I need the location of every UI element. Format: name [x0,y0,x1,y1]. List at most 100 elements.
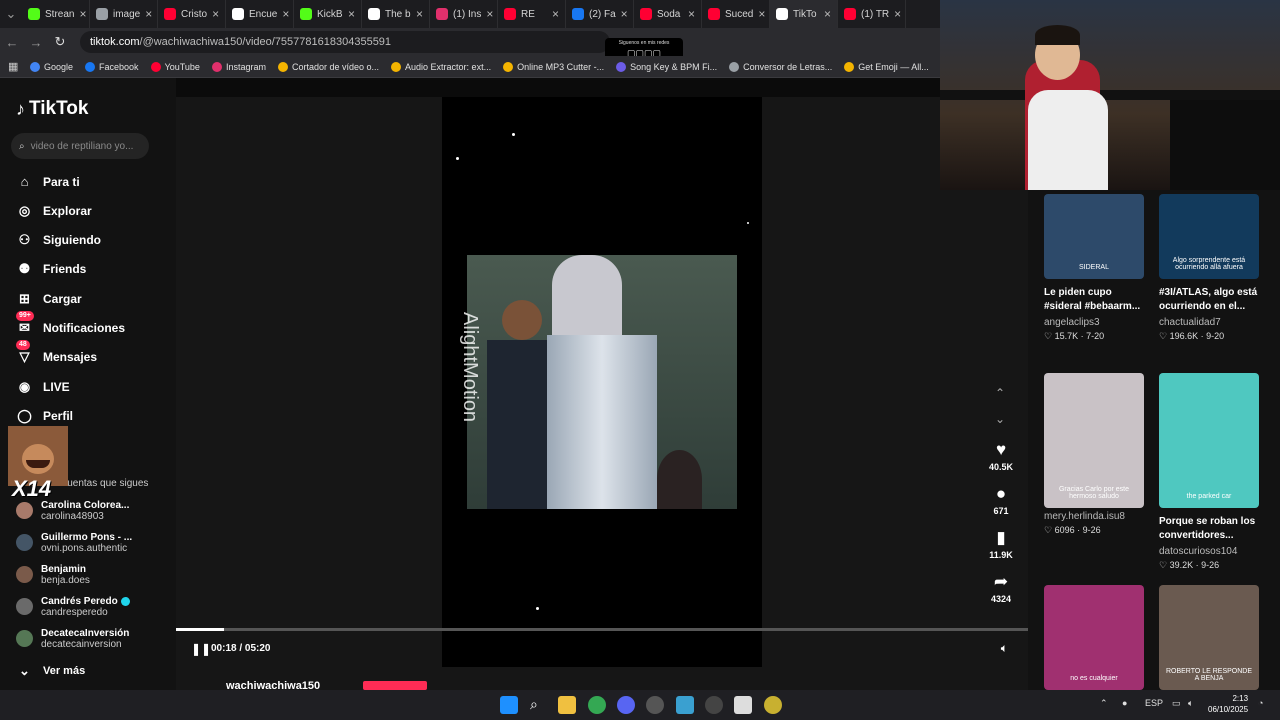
close-tab-icon[interactable]: × [145,7,152,21]
browser-tab[interactable]: Encue × [226,0,294,28]
notepad-icon[interactable] [676,696,694,714]
notification-bell-icon[interactable]: ◔ [1258,698,1263,708]
windows-start-icon[interactable] [500,696,518,714]
video-player[interactable]: AlightMotion ❚❚ 00:18 / 05:20 🔈︎ [176,97,1028,690]
bookmark-label: Conversor de Letras... [743,61,833,72]
bookmark-item[interactable]: Song Key & BPM Fi... [616,61,718,72]
like-button[interactable]: ♥ 40.5K [986,440,1016,472]
following-account[interactable]: Benjamin benja.does [16,564,90,586]
sidebar-item-cargar[interactable]: ⊞ Cargar [16,290,82,307]
reload-button[interactable]: ↻ [48,34,72,50]
recommended-video-card[interactable]: ROBERTO LE RESPONDE A BENJA [1159,585,1259,690]
recommended-video-card[interactable]: Gracias Carlo por este hermoso saludo mer… [1044,373,1144,536]
browser-tab[interactable]: Soda × [634,0,702,28]
close-tab-icon[interactable]: × [282,7,289,21]
close-tab-icon[interactable]: × [212,7,219,21]
bookmark-item[interactable]: Instagram [211,61,266,72]
microphone-icon[interactable]: ● [1122,698,1127,708]
sidebar-item-explorar[interactable]: ◎ Explorar [16,202,92,219]
follow-button[interactable] [363,681,427,690]
tab-favicon-icon [844,8,856,20]
following-account[interactable]: Guillermo Pons - ... ovni.pons.authentic [16,532,132,554]
chrome-icon[interactable] [588,696,606,714]
close-tab-icon[interactable]: × [552,7,559,21]
tiktok-logo[interactable]: ♪ TikTok [16,98,88,120]
close-tab-icon[interactable]: × [621,7,628,21]
search-taskbar-icon[interactable]: ⌕ [530,696,548,714]
browser-tab[interactable]: Suced × [702,0,770,28]
browser-tab[interactable]: (1) TR × [838,0,906,28]
bookmark-item[interactable]: YouTube [150,61,200,72]
sidebar-item-friends[interactable]: ⚉ Friends [16,260,87,277]
close-tab-icon[interactable]: × [894,7,901,21]
thumbnail-overlay-text: the parked car [1186,493,1232,500]
forward-button[interactable]: → [24,35,48,50]
recommended-video-card[interactable]: SIDERAL Le piden cupo #sideral #bebaarm..… [1044,194,1144,342]
browser-tab[interactable]: (1) Ins × [430,0,498,28]
progress-bar[interactable] [176,628,1028,631]
pause-button[interactable]: ❚❚ [191,642,211,656]
app-icon[interactable] [764,696,782,714]
close-tab-icon[interactable]: × [486,7,493,21]
sidebar-item-mensajes[interactable]: ▽ Mensajes 48 [16,340,98,365]
comment-button[interactable]: ● 671 [986,484,1016,516]
chevron-down-nav-icon[interactable]: ⌄ [995,412,1005,426]
close-tab-icon[interactable]: × [688,7,695,21]
badge-text: Siguenos en mis redes [618,40,670,46]
file-explorer-icon[interactable] [558,696,576,714]
sidebar-item-label: Mensajes [43,349,98,364]
close-tab-icon[interactable]: × [348,7,355,21]
speaker-icon[interactable]: 🔈︎ [1188,698,1193,709]
browser-tab[interactable]: The b × [362,0,430,28]
obs-icon[interactable] [646,696,664,714]
following-account[interactable]: DecatecaInversión decatecainversion [16,628,129,650]
search-placeholder: video de reptiliano yo... [30,140,134,152]
url-field[interactable]: tiktok.com /@wachiwachiwa150/video/75577… [80,31,610,53]
close-tab-icon[interactable]: × [79,7,86,21]
chevron-up-tray-icon[interactable]: ⌃ [1100,698,1108,709]
close-tab-icon[interactable]: × [416,7,423,21]
bookmark-item[interactable]: Conversor de Letras... [729,61,833,72]
save-button[interactable]: ▮ 11.9K [986,528,1016,560]
browser-tab[interactable]: image × [90,0,158,28]
volume-icon[interactable]: 🔈︎ [1001,641,1008,656]
chevron-up-icon[interactable]: ⌃ [995,386,1005,400]
back-button[interactable]: ← [0,35,24,50]
tab-search-button[interactable]: ⌄ [0,6,22,22]
search-input[interactable]: ⌕ video de reptiliano yo... [11,133,149,159]
recommended-video-card[interactable]: Algo sorprendente está ocurriendo allá a… [1159,194,1259,342]
media-player-icon[interactable] [705,696,723,714]
bookmark-item[interactable]: Facebook [85,61,139,72]
browser-tab[interactable]: Strean × [22,0,90,28]
sidebar-item-siguiendo[interactable]: ⚇ Siguiendo [16,231,101,248]
recommended-video-card[interactable]: the parked car Porque se roban los conver… [1159,373,1259,571]
bookmark-item[interactable]: Cortador de vídeo o... [277,61,379,72]
following-account[interactable]: Candrés Peredo candresperedo [16,596,130,618]
snipping-tool-icon[interactable] [734,696,752,714]
bookmark-item[interactable]: Audio Extractor: ext... [391,61,491,72]
browser-tab[interactable]: KickB × [294,0,362,28]
browser-tab[interactable]: TikTo × [770,0,838,28]
bookmark-label: Song Key & BPM Fi... [630,61,718,72]
see-more-button[interactable]: ⌄ Ver más [16,662,85,679]
sidebar-item-perfil[interactable]: ◯ Perfil [16,407,73,424]
close-tab-icon[interactable]: × [824,7,831,21]
apps-icon[interactable]: ▦ [8,60,18,73]
discord-icon[interactable] [617,696,635,714]
share-button[interactable]: ➦ 4324 [986,572,1016,604]
network-icon[interactable]: ▭ [1172,698,1181,709]
sidebar-item-para-ti[interactable]: ⌂ Para ti [16,173,80,190]
sidebar-item-live[interactable]: ◉ LIVE [16,378,70,395]
system-clock[interactable]: 2:13 06/10/2025 [1208,693,1248,715]
bookmark-item[interactable]: Online MP3 Cutter -... [503,61,604,72]
sidebar-item-notificaciones[interactable]: ✉ Notificaciones 99+ [16,311,125,336]
bookmark-item[interactable]: Get Emoji — All... [844,61,929,72]
browser-tab[interactable]: (2) Fa × [566,0,634,28]
close-tab-icon[interactable]: × [758,7,765,21]
following-account[interactable]: Carolina Colorea... carolina48903 [16,500,129,522]
language-indicator[interactable]: ESP [1145,698,1163,708]
browser-tab[interactable]: RE × [498,0,566,28]
recommended-video-card[interactable]: no es cualquier [1044,585,1144,690]
bookmark-item[interactable]: Google [30,61,73,72]
browser-tab[interactable]: Cristo × [158,0,226,28]
